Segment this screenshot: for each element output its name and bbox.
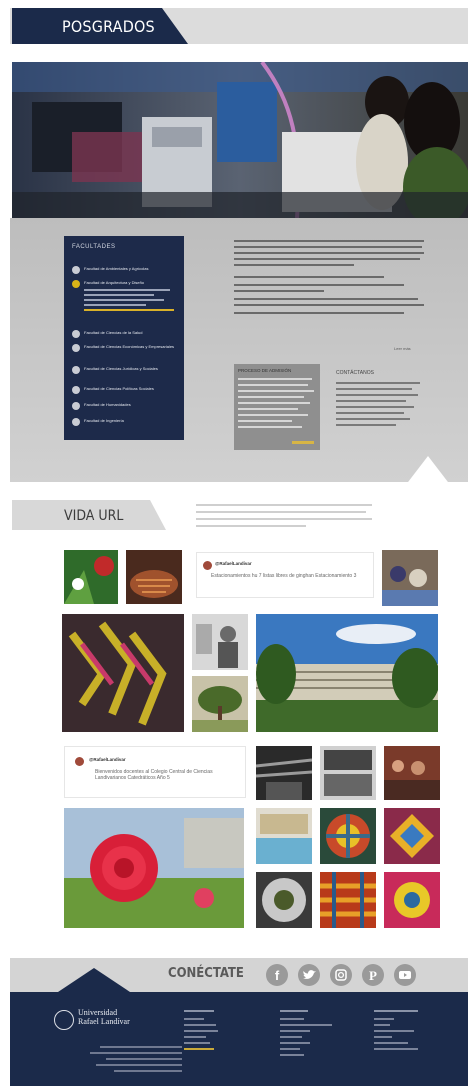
twitter-icon[interactable] <box>298 964 320 986</box>
footer-links[interactable] <box>184 1010 434 1076</box>
photo-tile[interactable] <box>382 550 438 606</box>
faculty-item[interactable]: Facultad de Humanidades <box>72 402 182 410</box>
tweet-card[interactable]: @RafaelLandivar Bienvenidos docentes al … <box>64 746 246 798</box>
read-more-link[interactable]: Leer más <box>394 346 411 351</box>
bullet-icon <box>72 366 80 374</box>
contact-title: CONTÁCTANOS <box>336 370 374 376</box>
admission-title: PROCESO DE ADMISIÓN <box>238 368 292 373</box>
admission-text <box>238 378 314 428</box>
tweet-text: Estacionamientos hu 7 listas libres de g… <box>211 573 357 579</box>
avatar <box>75 757 84 766</box>
photo-tile[interactable] <box>384 808 440 864</box>
tweet-user: @RafaelLandivar <box>89 757 126 762</box>
photo-tile[interactable] <box>64 808 244 928</box>
bullet-icon <box>72 386 80 394</box>
photo-tile[interactable] <box>320 746 376 800</box>
bullet-icon <box>72 280 80 288</box>
svg-text:f: f <box>275 968 280 983</box>
photo-tile[interactable] <box>256 614 438 732</box>
contact-text <box>336 382 420 426</box>
facultades-title: FACULTADES <box>72 244 116 250</box>
photo-tile[interactable] <box>320 808 376 864</box>
hero-photo <box>12 62 468 218</box>
tweet-user: @RafaelLandivar <box>215 561 252 566</box>
bullet-icon <box>72 418 80 426</box>
svg-text:P: P <box>369 968 377 983</box>
photo-tile[interactable] <box>192 614 248 670</box>
photo-tile[interactable] <box>256 746 312 800</box>
youtube-icon[interactable] <box>394 964 416 986</box>
pinterest-icon[interactable]: P <box>362 964 384 986</box>
faculty-item[interactable]: Facultad de Ingeniería <box>72 418 182 426</box>
bullet-icon <box>72 266 80 274</box>
photo-tile[interactable] <box>62 614 184 732</box>
instagram-icon[interactable] <box>330 964 352 986</box>
faculty-item[interactable]: Facultad de Ciencias Jurídicas y Sociale… <box>72 366 182 374</box>
photo-tile[interactable] <box>126 550 182 604</box>
avatar <box>203 561 212 570</box>
university-logo[interactable]: Universidad Rafael Landívar <box>78 1008 130 1026</box>
faculty-submenu[interactable] <box>84 288 182 312</box>
faculty-item[interactable]: Facultad de Ciencias Políticas Sociales <box>72 386 182 394</box>
admission-link[interactable] <box>292 441 314 444</box>
photo-tile[interactable] <box>320 872 376 928</box>
photo-tile[interactable] <box>256 872 312 928</box>
photo-tile[interactable] <box>192 676 248 732</box>
bullet-icon <box>72 330 80 338</box>
faculty-item[interactable]: Facultad de Ciencias de la Salud <box>72 330 182 338</box>
facebook-icon[interactable]: f <box>266 964 288 986</box>
tweet-card[interactable]: @RafaelLandivar Estacionamientos hu 7 li… <box>196 552 374 598</box>
photo-tile[interactable] <box>384 746 440 800</box>
tweet-text: Bienvenidos docentes al Colegio Central … <box>95 769 213 781</box>
page-title: POSGRADOS <box>62 17 155 36</box>
university-seal-icon <box>54 1010 74 1030</box>
bullet-icon <box>72 402 80 410</box>
bullet-icon <box>72 344 80 352</box>
vida-url-title: VIDA URL <box>64 508 124 524</box>
photo-tile[interactable] <box>256 808 312 864</box>
connect-title: CONÉCTATE <box>168 966 244 981</box>
intro-paragraph <box>234 240 424 314</box>
faculty-item[interactable]: Facultad de Ciencias Económicas y Empres… <box>72 344 182 352</box>
photo-tile[interactable] <box>384 872 440 928</box>
faculty-item-active[interactable]: Facultad de Arquitectura y Diseño <box>72 280 182 288</box>
vida-url-description <box>196 504 372 527</box>
faculty-item[interactable]: Facultad de Ambientales y Agrícolas <box>72 266 182 274</box>
photo-tile[interactable] <box>64 550 118 604</box>
footer-address <box>90 1046 182 1072</box>
